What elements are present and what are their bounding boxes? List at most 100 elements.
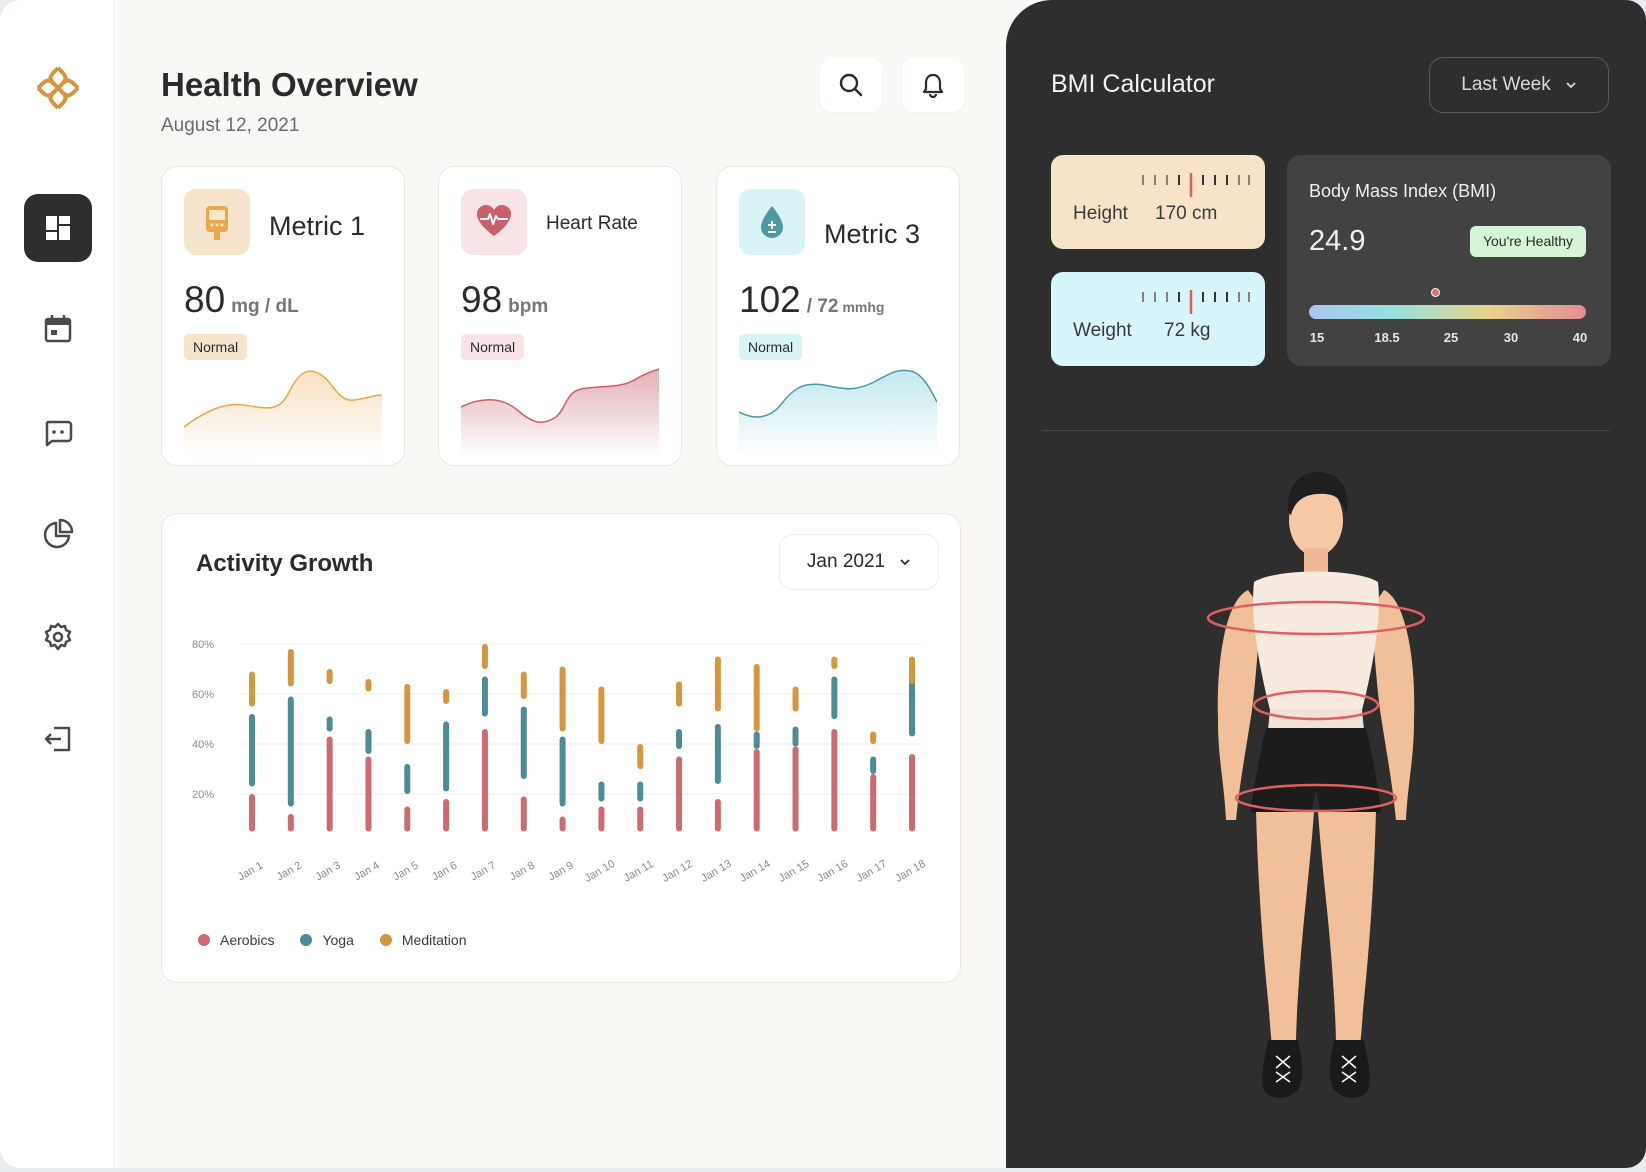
bar-meditation[interactable]: [287, 649, 294, 687]
bmi-title: BMI Calculator: [1051, 70, 1215, 98]
bar-aerobics[interactable]: [520, 796, 527, 832]
bar-yoga[interactable]: [870, 756, 877, 775]
sidebar-item-dashboard[interactable]: [24, 194, 92, 262]
calendar-icon: [44, 315, 72, 343]
bar-meditation[interactable]: [714, 656, 721, 712]
sidebar-item-messages[interactable]: [24, 398, 92, 466]
bar-yoga[interactable]: [404, 764, 411, 794]
bar-aerobics[interactable]: [870, 774, 877, 832]
dashboard-icon: [46, 216, 70, 240]
bar-yoga[interactable]: [676, 729, 683, 749]
bar-yoga[interactable]: [481, 676, 488, 717]
pie-chart-icon: [43, 518, 74, 549]
bar-yoga[interactable]: [559, 736, 566, 807]
bar-yoga[interactable]: [443, 721, 450, 792]
bar-yoga[interactable]: [637, 781, 644, 802]
bmi-result-card: Body Mass Index (BMI) 24.9 You're Health…: [1287, 155, 1611, 366]
metric-card-heart-rate[interactable]: Heart Rate 98 bpm Normal: [438, 166, 682, 466]
status-badge: Normal: [461, 334, 525, 360]
metric-card-3[interactable]: Metric 3 102/ 72 mmhg Normal: [716, 166, 960, 466]
bell-icon: [922, 73, 944, 98]
x-tick-label: Jan 18: [893, 858, 928, 885]
activity-panel: Activity Growth Jan 2021 20% 40% 60% 80% Jan…: [161, 513, 961, 983]
bar-yoga[interactable]: [792, 726, 799, 747]
sidebar-item-logout[interactable]: [24, 705, 92, 773]
y-tick-label: 60%: [192, 689, 214, 701]
x-tick-label: Jan 1: [236, 859, 265, 883]
legend-item-aerobics[interactable]: Aerobics: [198, 932, 274, 948]
sparkline: [461, 368, 659, 457]
divider: [1042, 430, 1610, 431]
metric-title: Metric 1: [269, 211, 366, 241]
sidebar-item-calendar[interactable]: [24, 295, 92, 363]
weight-label: Weight: [1073, 320, 1132, 341]
bar-yoga[interactable]: [909, 676, 915, 737]
sidebar-item-reports[interactable]: [24, 500, 92, 568]
bar-aerobics[interactable]: [676, 756, 683, 832]
bar-aerobics[interactable]: [909, 754, 915, 832]
page-title: Health Overview: [161, 66, 418, 103]
bar-meditation[interactable]: [598, 686, 605, 745]
bar-yoga[interactable]: [753, 731, 760, 750]
bar-meditation[interactable]: [365, 679, 372, 692]
search-button[interactable]: [820, 58, 882, 112]
bar-meditation[interactable]: [870, 731, 877, 745]
bar-aerobics[interactable]: [249, 794, 255, 832]
bar-yoga[interactable]: [520, 706, 527, 780]
bar-meditation[interactable]: [792, 686, 799, 712]
x-tick-label: Jan 7: [469, 859, 498, 883]
bar-aerobics[interactable]: [559, 816, 566, 832]
x-tick-label: Jan 5: [391, 859, 420, 883]
bar-meditation[interactable]: [443, 689, 450, 704]
bar-aerobics[interactable]: [831, 729, 838, 832]
bar-meditation[interactable]: [481, 644, 488, 669]
legend-item-yoga[interactable]: Yoga: [300, 932, 354, 948]
bar-meditation[interactable]: [326, 669, 333, 684]
bar-yoga[interactable]: [287, 696, 294, 807]
x-tick-label: Jan 2: [275, 859, 304, 883]
bar-aerobics[interactable]: [753, 749, 760, 832]
bar-meditation[interactable]: [249, 671, 255, 707]
bar-aerobics[interactable]: [365, 756, 372, 832]
bar-aerobics[interactable]: [598, 806, 605, 832]
bmi-period-dropdown[interactable]: Last Week: [1429, 57, 1609, 113]
chat-icon: [45, 420, 73, 447]
metric-value: 98 bpm: [461, 279, 549, 320]
sidebar-item-settings[interactable]: [24, 603, 92, 671]
bar-yoga[interactable]: [714, 724, 721, 784]
bar-meditation[interactable]: [520, 671, 527, 700]
bar-aerobics[interactable]: [443, 799, 450, 832]
metric-value: 80 mg / dL: [184, 279, 299, 320]
legend-item-meditation[interactable]: Meditation: [379, 932, 466, 948]
bar-aerobics[interactable]: [287, 814, 294, 832]
bar-meditation[interactable]: [753, 664, 760, 732]
bar-meditation[interactable]: [909, 656, 915, 685]
metric-title: Metric 3: [824, 219, 921, 249]
legend-dot: [300, 934, 313, 946]
bar-yoga[interactable]: [598, 781, 605, 802]
notifications-button[interactable]: [902, 58, 964, 112]
bar-aerobics[interactable]: [326, 736, 333, 832]
bar-aerobics[interactable]: [792, 746, 799, 832]
x-tick-label: Jan 17: [854, 858, 889, 885]
bar-aerobics[interactable]: [404, 806, 411, 832]
bar-yoga[interactable]: [249, 714, 255, 787]
bar-meditation[interactable]: [831, 656, 838, 670]
bar-meditation[interactable]: [676, 681, 683, 707]
bar-aerobics[interactable]: [481, 729, 488, 832]
bar-aerobics[interactable]: [714, 799, 721, 832]
sparkline: [184, 370, 382, 457]
height-card[interactable]: Height 170 cm: [1051, 155, 1265, 249]
bar-meditation[interactable]: [637, 744, 644, 769]
bar-meditation[interactable]: [404, 684, 411, 744]
metric-card-1[interactable]: Metric 1 80 mg / dL Normal: [161, 166, 405, 466]
bar-aerobics[interactable]: [637, 806, 644, 832]
period-dropdown[interactable]: Jan 2021: [779, 534, 939, 590]
bar-meditation[interactable]: [559, 666, 566, 732]
bar-yoga[interactable]: [326, 716, 333, 732]
x-tick-label: Jan 16: [816, 858, 851, 885]
weight-card[interactable]: Weight 72 kg: [1051, 272, 1265, 366]
bar-yoga[interactable]: [365, 729, 372, 754]
bar-yoga[interactable]: [831, 676, 838, 720]
scale-tick: 40: [1572, 330, 1588, 345]
